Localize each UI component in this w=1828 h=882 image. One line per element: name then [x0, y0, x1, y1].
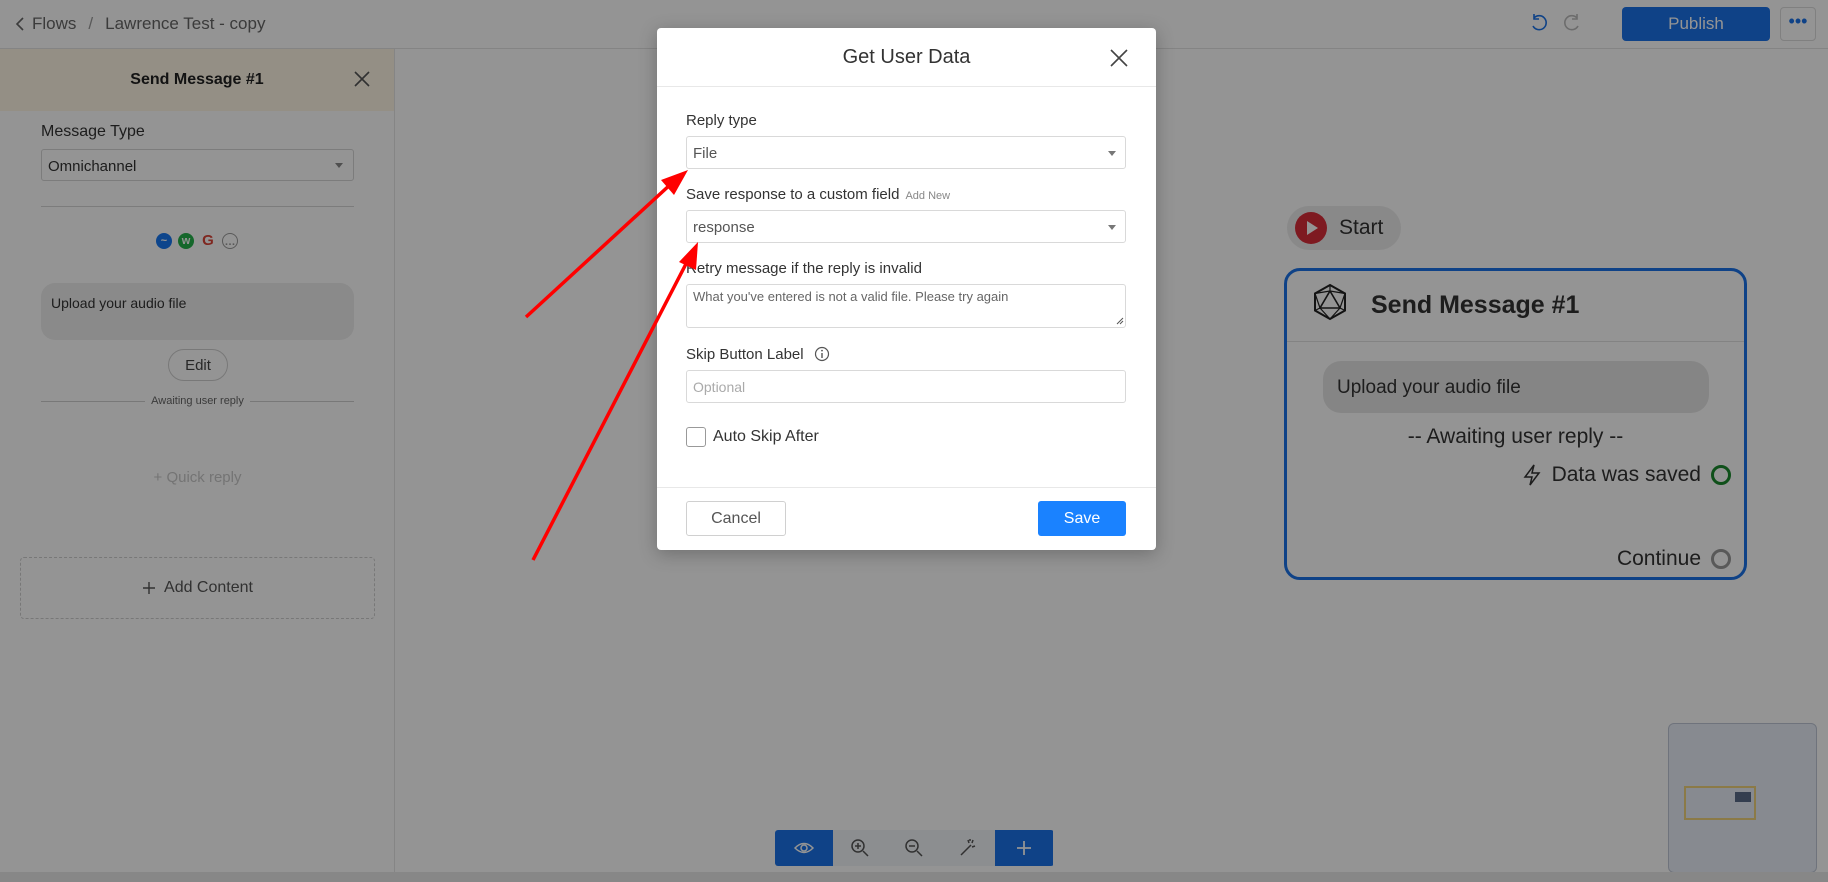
reply-type-select[interactable]: File	[686, 136, 1126, 169]
info-icon[interactable]	[814, 346, 830, 362]
cancel-button[interactable]: Cancel	[686, 501, 786, 536]
modal-title: Get User Data	[842, 46, 971, 68]
custom-field-value: response	[693, 219, 755, 236]
close-icon[interactable]	[1109, 48, 1129, 68]
retry-message-label: Retry message if the reply is invalid	[686, 260, 922, 277]
get-user-data-modal: Get User Data Reply type File Save respo…	[657, 28, 1156, 550]
custom-field-select[interactable]: response	[686, 210, 1126, 243]
skip-button-label-text: Skip Button Label	[686, 346, 804, 363]
add-new-link[interactable]: Add New	[905, 190, 950, 202]
reply-type-value: File	[693, 145, 718, 162]
caret-down-icon	[1108, 225, 1116, 230]
modal-footer	[657, 487, 1156, 488]
skip-button-input[interactable]	[686, 370, 1126, 403]
auto-skip-checkbox[interactable]	[686, 427, 706, 447]
save-button[interactable]: Save	[1038, 501, 1126, 536]
auto-skip-label: Auto Skip After	[713, 428, 819, 445]
modal-header: Get User Data	[657, 28, 1156, 87]
resize-handle-icon[interactable]	[1116, 317, 1124, 325]
retry-message-textarea[interactable]	[686, 284, 1126, 328]
skip-button-label: Skip Button Label	[686, 346, 830, 363]
save-response-text: Save response to a custom field	[686, 186, 900, 203]
caret-down-icon	[1108, 151, 1116, 156]
save-response-label: Save response to a custom field Add New	[686, 186, 950, 203]
reply-type-label: Reply type	[686, 112, 757, 129]
